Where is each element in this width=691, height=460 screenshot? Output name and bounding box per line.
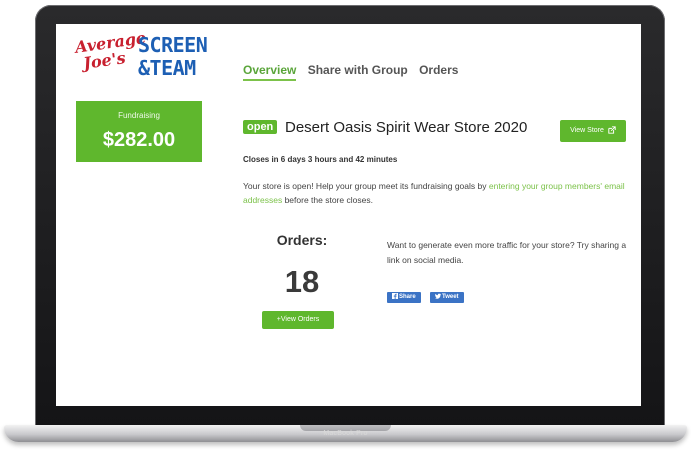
tab-share-with-group[interactable]: Share with Group [308,63,408,77]
logo-script: Average Joe's [74,28,148,73]
twitter-tweet-button[interactable]: Tweet [430,292,464,303]
logo-block: SCREEN &TEAM [138,33,208,80]
closes-countdown: Closes in 6 days 3 hours and 42 minutes [243,155,398,164]
store-open-message: Your store is open! Help your group meet… [243,179,638,207]
message-text-end: before the store closes. [282,195,373,205]
fundraising-panel: Fundraising $282.00 [76,101,202,162]
twitter-icon [435,294,441,300]
store-title: Desert Oasis Spirit Wear Store 2020 [285,119,528,136]
tab-orders[interactable]: Orders [419,63,458,77]
view-orders-button[interactable]: +View Orders [262,311,334,329]
facebook-share-button[interactable]: Share [387,292,421,303]
view-store-button[interactable]: View Store [560,120,626,142]
logo-block-line1: SCREEN [138,33,208,57]
screen: Average Joe's SCREEN &TEAM Fundraising $… [56,24,641,406]
device-label: MacBook Pro [323,430,368,437]
status-badge: open [243,120,278,134]
social-prompt: Want to generate even more traffic for y… [387,240,627,265]
view-store-label: View Store [570,127,604,134]
orders-label: Orders: [276,232,328,248]
external-link-icon [608,126,616,134]
message-text-start: Your store is open! Help your group meet… [243,181,489,191]
orders-count: 18 [284,264,320,299]
brand-logo[interactable]: Average Joe's SCREEN &TEAM [74,28,221,84]
tab-overview[interactable]: Overview [243,63,297,81]
view-orders-label: View Orders [280,316,320,323]
nav-tabs: Overview Share with Group Orders [243,63,466,81]
twitter-tweet-label: Tweet [442,294,459,300]
fundraising-amount: $282.00 [102,129,176,151]
logo-block-line2: &TEAM [138,56,196,80]
facebook-share-label: Share [399,294,416,300]
fundraising-label: Fundraising [118,111,160,120]
facebook-icon [392,293,398,300]
